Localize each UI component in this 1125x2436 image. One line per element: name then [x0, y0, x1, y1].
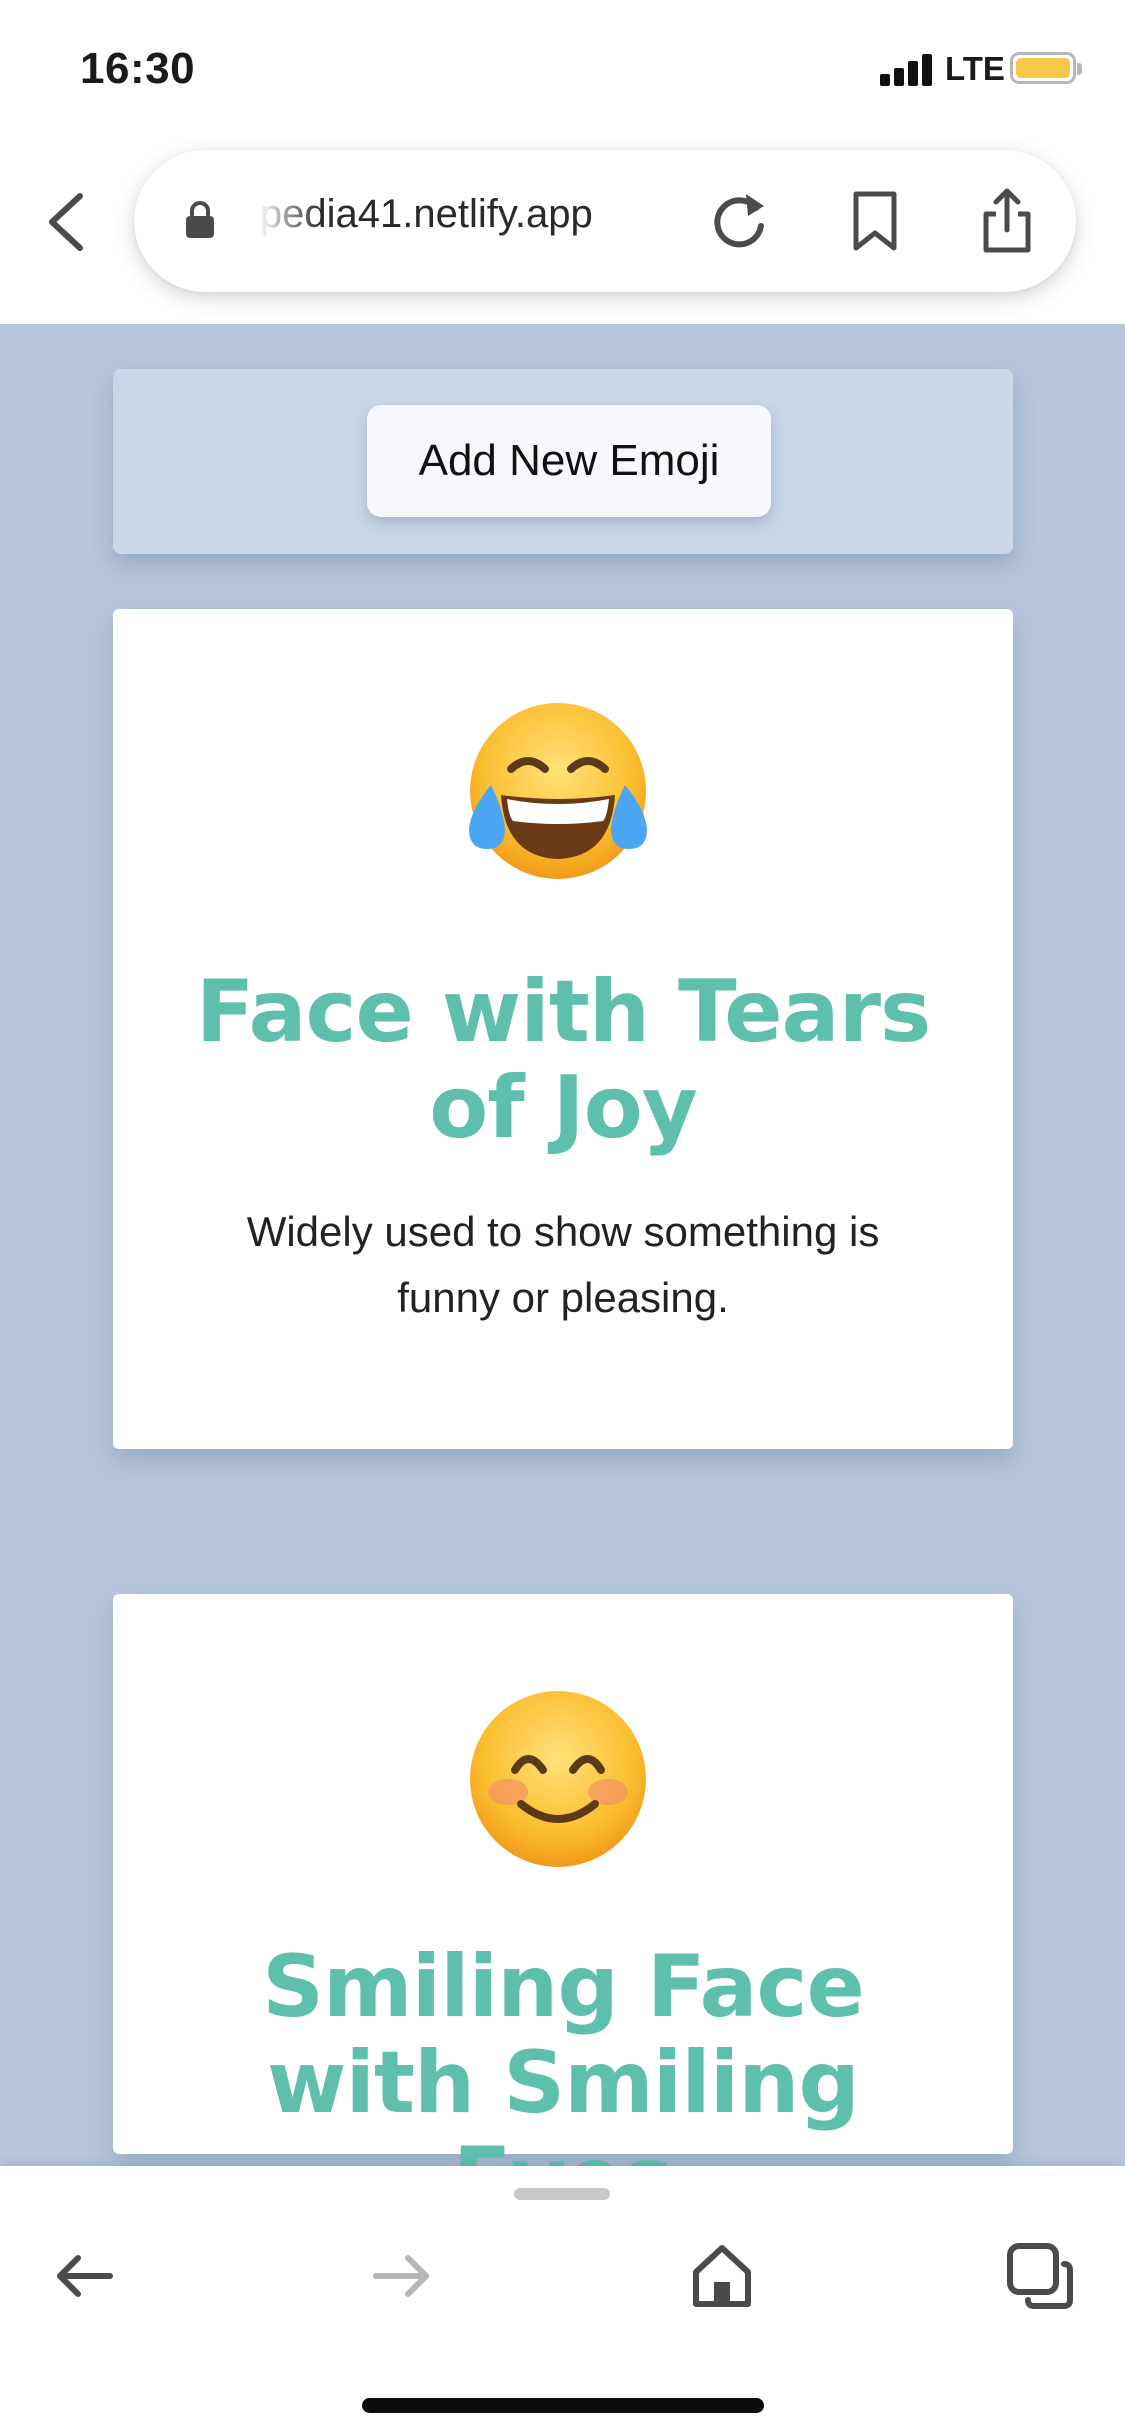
lock-icon [186, 201, 214, 238]
emoji-card: Smiling Face with Smiling Eyes [113, 1594, 1013, 2227]
browser-bottom-toolbar [0, 2166, 1125, 2436]
network-label: LTE [945, 50, 1005, 87]
card-title: Face with Tears of Joy [195, 962, 931, 1158]
chevron-left-icon[interactable] [44, 190, 88, 254]
forward-arrow-icon[interactable] [362, 2236, 442, 2316]
tabs-icon[interactable] [1000, 2236, 1080, 2316]
back-arrow-icon[interactable] [44, 2236, 124, 2316]
signal-icon [880, 52, 936, 86]
browser-top-bar: ipedia41.netlify.app [0, 140, 1125, 324]
home-indicator [362, 2398, 764, 2413]
battery-fill [1016, 58, 1070, 78]
status-bar: 16:30 LTE [0, 0, 1125, 140]
smiling-face-with-smiling-eyes-icon [470, 1691, 646, 1867]
home-icon[interactable] [682, 2236, 762, 2316]
bookmark-icon[interactable] [840, 186, 910, 256]
emoji-card: Face with Tears of Joy Widely used to sh… [113, 609, 1013, 1449]
add-emoji-panel: Add New Emoji [113, 369, 1013, 554]
face-with-tears-of-joy-icon [469, 703, 647, 879]
add-new-emoji-button[interactable]: Add New Emoji [367, 405, 771, 517]
share-icon[interactable] [972, 186, 1042, 256]
status-time: 16:30 [80, 44, 196, 93]
url-fade [251, 190, 321, 250]
card-description: Widely used to show something is funny o… [246, 1208, 880, 1321]
battery-icon [1010, 52, 1082, 84]
address-bar[interactable]: ipedia41.netlify.app [134, 150, 1076, 292]
reload-icon[interactable] [704, 186, 774, 256]
sheet-grabber[interactable] [514, 2188, 610, 2200]
